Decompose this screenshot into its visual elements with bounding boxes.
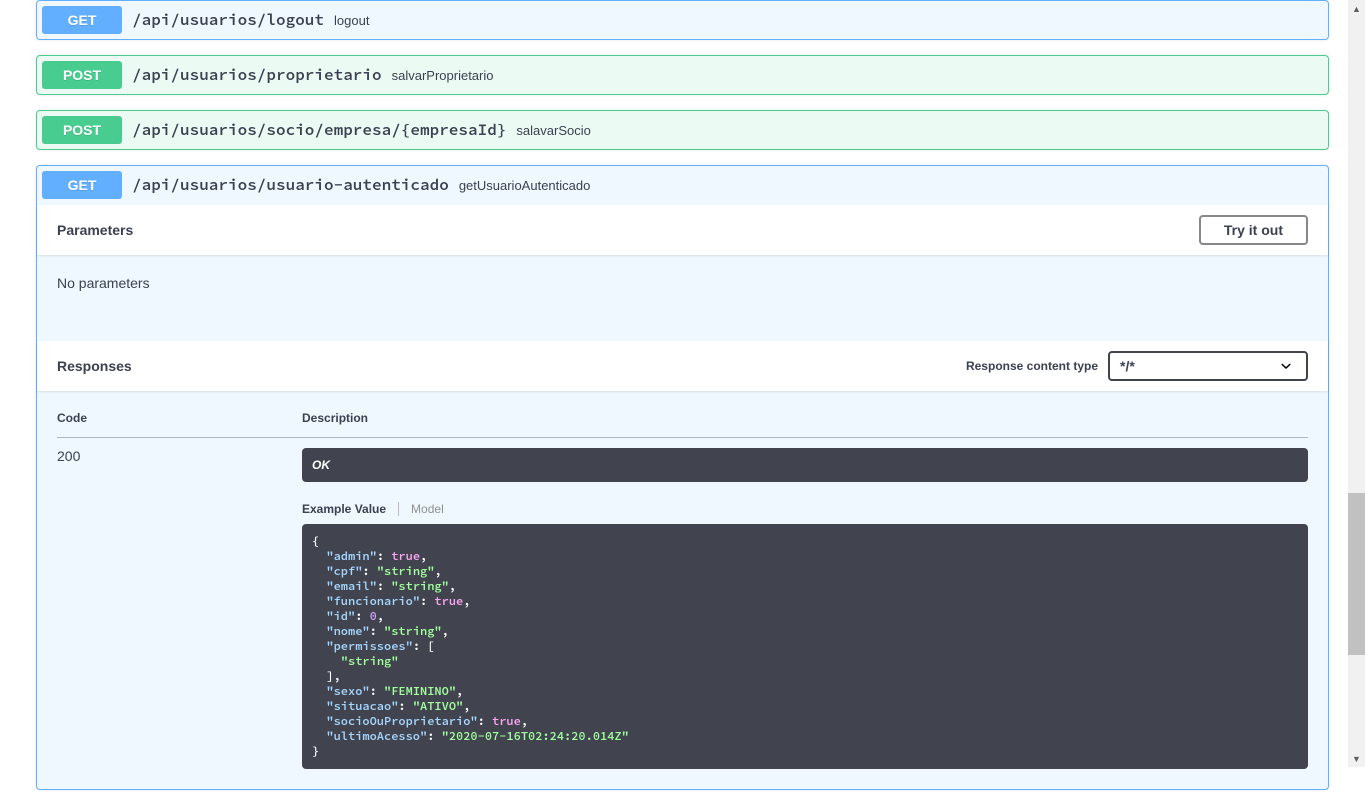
vertical-scrollbar[interactable]: ▲ ▼ [1348, 0, 1365, 767]
endpoint-path: /api/usuarios/usuario-autenticado [122, 175, 459, 195]
tab-example-value[interactable]: Example Value [302, 502, 386, 516]
responses-title: Responses [57, 358, 966, 374]
endpoint-desc: salvarProprietario [392, 68, 494, 83]
response-row: 200 OK Example Value Model { "admin": tr… [57, 438, 1308, 770]
method-badge: POST [42, 61, 122, 89]
scroll-up-arrow-icon[interactable]: ▲ [1348, 0, 1365, 17]
endpoint-row-expanded: GET /api/usuarios/usuario-autenticado ge… [36, 165, 1329, 790]
method-badge: GET [42, 6, 122, 34]
response-code: 200 [57, 438, 302, 770]
response-description: OK [302, 448, 1308, 482]
endpoint-path: /api/usuarios/socio/empresa/{empresaId} [122, 120, 516, 140]
parameters-title: Parameters [57, 222, 1199, 238]
scroll-thumb[interactable] [1348, 493, 1365, 654]
tab-model[interactable]: Model [411, 502, 444, 516]
endpoint-path: /api/usuarios/proprietario [122, 65, 392, 85]
content-type-label: Response content type [966, 359, 1098, 373]
responses-header: Responses Response content type */* [37, 341, 1328, 391]
parameters-container: No parameters [37, 255, 1328, 311]
content-type-select[interactable]: */* [1108, 351, 1308, 381]
parameters-header: Parameters Try it out [37, 205, 1328, 255]
endpoint-row[interactable]: GET /api/usuarios/logout logout [36, 0, 1329, 40]
endpoint-path: /api/usuarios/logout [122, 10, 334, 30]
description-column-header: Description [302, 411, 1308, 438]
endpoint-summary[interactable]: GET /api/usuarios/usuario-autenticado ge… [37, 166, 1328, 204]
endpoint-desc: salavarSocio [516, 123, 590, 138]
scroll-down-arrow-icon[interactable]: ▼ [1348, 750, 1365, 767]
method-badge: POST [42, 116, 122, 144]
tab-divider [398, 502, 399, 516]
no-parameters-text: No parameters [57, 275, 1308, 291]
scroll-track[interactable] [1348, 17, 1365, 750]
code-column-header: Code [57, 411, 302, 438]
endpoint-desc: getUsuarioAutenticado [459, 178, 591, 193]
endpoint-desc: logout [334, 13, 369, 28]
endpoint-row[interactable]: POST /api/usuarios/socio/empresa/{empres… [36, 110, 1329, 150]
try-it-out-button[interactable]: Try it out [1199, 215, 1308, 245]
responses-table: Code Description 200 OK Example Value [37, 391, 1328, 789]
example-json-block[interactable]: { "admin": true, "cpf": "string", "email… [302, 524, 1308, 769]
method-badge: GET [42, 171, 122, 199]
endpoint-row[interactable]: POST /api/usuarios/proprietario salvarPr… [36, 55, 1329, 95]
